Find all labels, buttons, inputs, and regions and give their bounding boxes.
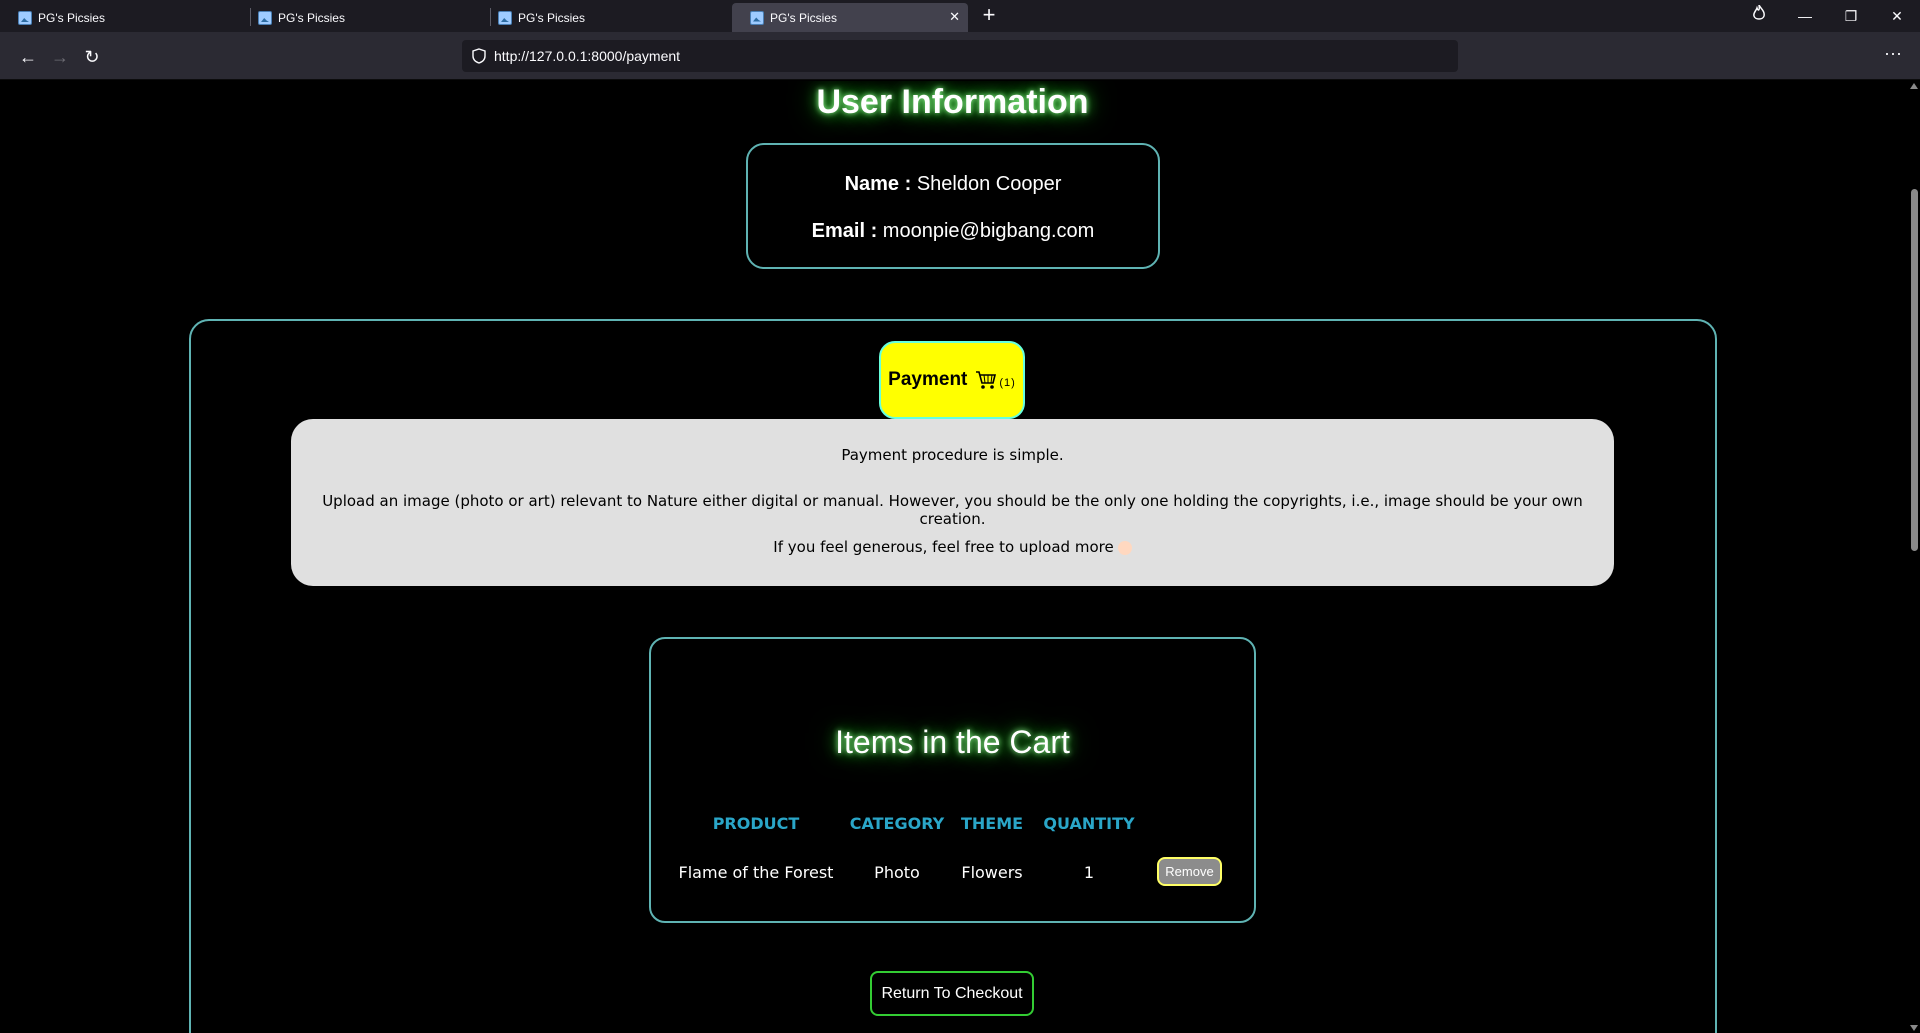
instruction-line-2: Upload an image (photo or art) relevant … [322, 492, 1583, 528]
name-label: Name : [844, 173, 912, 195]
cell-theme: Flowers [961, 863, 1023, 882]
return-to-checkout-button[interactable]: Return To Checkout [870, 971, 1034, 1016]
reload-icon[interactable]: ↻ [78, 43, 106, 71]
cart-icon [976, 371, 997, 389]
cell-quantity: 1 [1083, 863, 1095, 882]
cart-title: Items in the Cart [835, 724, 1070, 760]
url-text: http://127.0.0.1:8000/payment [494, 48, 681, 64]
cart-count: (1) [999, 377, 1016, 389]
cell-product: Flame of the Forest [678, 863, 834, 882]
tab-title: PG's Picsies [770, 10, 837, 25]
instruction-line-1: Payment procedure is simple. [841, 446, 1064, 464]
remove-button[interactable]: Remove [1157, 857, 1222, 886]
new-tab-button[interactable]: + [976, 3, 1002, 29]
close-tab-icon[interactable]: ✕ [949, 9, 960, 25]
name-value: Sheldon Cooper [916, 173, 1062, 195]
smile-icon [1117, 540, 1132, 555]
address-bar[interactable]: http://127.0.0.1:8000/payment [462, 40, 1458, 72]
header-category: CATEGORY [849, 814, 945, 833]
email-row: Email : moonpie@bigbang.com [748, 220, 1158, 243]
tab-title: PG's Picsies [278, 11, 345, 25]
favicon-icon [18, 11, 32, 25]
instruction-line-3: If you feel generous, feel free to uploa… [291, 538, 1614, 556]
header-theme: THEME [960, 814, 1024, 833]
navigation-bar: ← → ↻ http://127.0.0.1:8000/payment ··· [0, 32, 1920, 80]
name-row: Name : Sheldon Cooper [748, 173, 1158, 196]
browser-tab-1[interactable]: PG's Picsies [0, 4, 240, 32]
scrollbar-thumb[interactable] [1911, 189, 1918, 551]
user-information-title: User Information [816, 83, 1089, 121]
payment-instructions: Payment procedure is simple. Upload an i… [291, 419, 1614, 586]
tab-title: PG's Picsies [518, 11, 585, 25]
page-viewport: User Information Name : Sheldon Cooper E… [0, 81, 1920, 1033]
forward-icon[interactable]: → [46, 43, 74, 71]
header-product: PRODUCT [712, 814, 800, 833]
cell-category: Photo [874, 863, 920, 882]
payment-button[interactable]: Payment (1) [879, 341, 1025, 419]
browser-tab-3[interactable]: PG's Picsies [480, 4, 720, 32]
favicon-icon [258, 11, 272, 25]
email-label: Email : [811, 220, 878, 242]
payment-label: Payment [888, 369, 968, 390]
shield-icon [472, 48, 486, 64]
restore-icon[interactable]: ❐ [1828, 0, 1874, 32]
minimize-icon[interactable]: — [1782, 0, 1828, 32]
page-scrollbar[interactable] [1908, 81, 1920, 1033]
email-value: moonpie@bigbang.com [882, 220, 1095, 242]
close-window-icon[interactable]: ✕ [1874, 0, 1920, 32]
favicon-icon [498, 11, 512, 25]
browser-tab-active[interactable]: PG's Picsies ✕ [732, 3, 968, 32]
header-quantity: QUANTITY [1043, 814, 1135, 833]
favicon-icon [750, 10, 764, 25]
scroll-up-icon[interactable] [1910, 83, 1918, 89]
tab-title: PG's Picsies [38, 11, 105, 25]
user-info-card: Name : Sheldon Cooper Email : moonpie@bi… [746, 143, 1160, 269]
menu-icon[interactable]: ··· [1884, 43, 1902, 64]
scroll-down-icon[interactable] [1910, 1025, 1918, 1031]
instruction-line-3-text: If you feel generous, feel free to uploa… [773, 538, 1114, 556]
browser-tab-2[interactable]: PG's Picsies [240, 4, 480, 32]
tab-bar: PG's Picsies PG's Picsies PG's Picsies P… [0, 0, 1920, 32]
back-icon[interactable]: ← [14, 43, 42, 71]
flame-icon[interactable] [1736, 0, 1782, 32]
